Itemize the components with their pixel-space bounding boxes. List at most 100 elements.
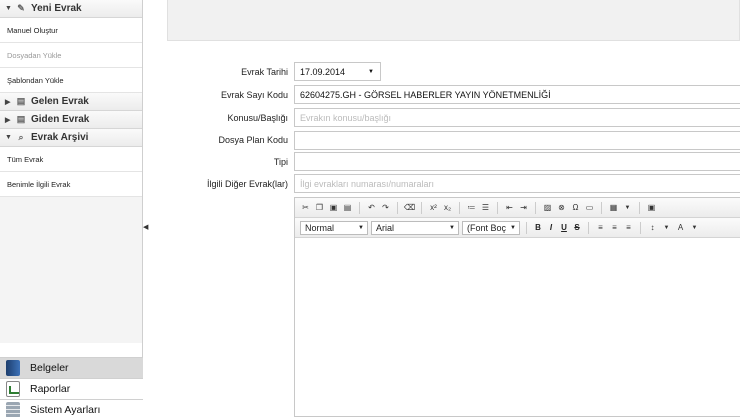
- date-select[interactable]: 17.09.2014 ▼: [294, 62, 381, 81]
- sidebar-item-upload-file[interactable]: Dosyadan Yükle: [0, 43, 142, 68]
- hr-icon[interactable]: ▭: [584, 202, 595, 213]
- subject-label: Konusu/Başlığı: [227, 113, 288, 123]
- toolbar-divider: [421, 201, 422, 214]
- outdent-icon[interactable]: ⇤: [504, 202, 515, 213]
- nav-system-settings[interactable]: Sistem Ayarları: [0, 399, 143, 417]
- chart-icon: [6, 381, 20, 397]
- underline-button[interactable]: U: [559, 223, 569, 232]
- font-value: Arial: [376, 222, 395, 233]
- toolbar-divider: [526, 221, 527, 234]
- chevron-down-icon[interactable]: ▼: [689, 222, 700, 233]
- strike-button[interactable]: S: [572, 223, 582, 232]
- plan-code-input[interactable]: [294, 131, 740, 150]
- toolbar-divider: [497, 201, 498, 214]
- align-right-icon[interactable]: ≡: [623, 222, 634, 233]
- nav-label: Belgeler: [30, 362, 69, 374]
- toolbar-divider: [459, 201, 460, 214]
- toolbar-divider: [588, 221, 589, 234]
- sidebar-item-manual-create[interactable]: Manuel Oluştur: [0, 18, 142, 43]
- font-select[interactable]: Arial ▼: [371, 220, 459, 235]
- chevron-right-icon: ▶: [5, 116, 11, 124]
- section-label: Gelen Evrak: [31, 96, 89, 107]
- chevron-down-icon: ▼: [358, 224, 364, 231]
- image-icon[interactable]: ▨: [542, 202, 553, 213]
- toolbar-divider: [397, 201, 398, 214]
- special-char-icon[interactable]: Ω: [570, 202, 581, 213]
- section-label: Evrak Arşivi: [31, 132, 89, 143]
- number-select[interactable]: 62604275.GH - GÖRSEL HABERLER YAYIN YÖNE…: [294, 85, 740, 104]
- sidebar-item-related-documents[interactable]: Benimle İlgili Evrak: [0, 172, 142, 197]
- indent-icon[interactable]: ⇥: [518, 202, 529, 213]
- section-new-document[interactable]: ▼ ✎ Yeni Evrak: [0, 0, 142, 18]
- italic-button[interactable]: I: [546, 223, 556, 232]
- nav-reports[interactable]: Raporlar: [0, 378, 143, 399]
- collapse-sidebar-icon[interactable]: ◀: [143, 223, 148, 233]
- outbox-icon: ▤: [16, 114, 26, 124]
- sidebar-item-all-documents[interactable]: Tüm Evrak: [0, 147, 142, 172]
- nav-label: Sistem Ayarları: [30, 404, 101, 416]
- superscript-icon[interactable]: x²: [428, 202, 439, 213]
- bullet-list-icon[interactable]: ☰: [480, 202, 491, 213]
- sidebar: ▼ ✎ Yeni Evrak Manuel Oluştur Dosyadan Y…: [0, 0, 143, 417]
- cut-icon[interactable]: ✂: [300, 202, 311, 213]
- number-value: 62604275.GH - GÖRSEL HABERLER YAYIN YÖNE…: [300, 89, 551, 100]
- section-label: Yeni Evrak: [31, 3, 82, 14]
- chevron-down-icon: ▼: [5, 134, 12, 141]
- toolbar-divider: [535, 201, 536, 214]
- toolbar-divider: [601, 201, 602, 214]
- section-label: Giden Evrak: [31, 114, 90, 125]
- type-label: Tipi: [273, 157, 288, 167]
- nav-documents[interactable]: Belgeler: [0, 357, 143, 378]
- search-icon: ⌕: [18, 132, 24, 142]
- chevron-right-icon: ▶: [5, 98, 11, 106]
- pencil-icon: ✎: [17, 3, 25, 13]
- source-icon[interactable]: ▣: [646, 202, 657, 213]
- paste-icon[interactable]: ▣: [328, 202, 339, 213]
- subject-input[interactable]: Evrakın konusu/başlığı: [294, 108, 740, 127]
- related-label: İlgili Diğer Evrak(lar): [206, 179, 288, 189]
- chevron-down-icon[interactable]: ▼: [661, 222, 672, 233]
- nav-label: Raporlar: [30, 383, 71, 395]
- font-size-value: (Font Boç: [467, 222, 507, 233]
- paste-text-icon[interactable]: ▤: [342, 202, 353, 213]
- remove-format-icon[interactable]: ⌫: [404, 202, 415, 213]
- toolbar-divider: [639, 201, 640, 214]
- toolbar-divider: [640, 221, 641, 234]
- table-icon[interactable]: ▦: [608, 202, 619, 213]
- plan-label: Dosya Plan Kodu: [218, 135, 288, 145]
- chevron-down-icon: ▼: [5, 5, 12, 12]
- chevron-down-icon[interactable]: ▼: [622, 202, 633, 213]
- redo-icon[interactable]: ↷: [380, 202, 391, 213]
- align-left-icon[interactable]: ≡: [595, 222, 606, 233]
- related-input[interactable]: İlgi evrakları numarası/numaraları: [294, 174, 740, 193]
- type-select[interactable]: [294, 152, 740, 171]
- server-icon: [6, 402, 20, 417]
- sidebar-item-from-template[interactable]: Şablondan Yükle: [0, 68, 142, 93]
- date-label: Evrak Tarihi: [241, 67, 288, 77]
- bottom-navigation: Belgeler Raporlar Sistem Ayarları: [0, 357, 143, 417]
- top-panel: [167, 0, 740, 41]
- section-outgoing[interactable]: ▶ ▤ Giden Evrak: [0, 111, 142, 129]
- line-height-icon[interactable]: ↕: [647, 222, 658, 233]
- editor-toolbar-2: Normal ▼ Arial ▼ (Font Boç ▼ B I U S ≡ ≡…: [295, 218, 740, 238]
- chevron-down-icon: ▼: [510, 224, 516, 231]
- subject-placeholder: Evrakın konusu/başlığı: [300, 112, 392, 123]
- bold-button[interactable]: B: [533, 223, 543, 232]
- editor-toolbar-1: ✂ ❐ ▣ ▤ ↶ ↷ ⌫ x² x₂ ≔ ☰ ⇤ ⇥ ▨ ⊗ Ω ▭ ▦ ▼ …: [295, 198, 740, 218]
- subscript-icon[interactable]: x₂: [442, 202, 453, 213]
- sidebar-empty-area: [0, 197, 142, 343]
- font-size-select[interactable]: (Font Boç ▼: [462, 220, 520, 235]
- link-icon[interactable]: ⊗: [556, 202, 567, 213]
- numbered-list-icon[interactable]: ≔: [466, 202, 477, 213]
- rich-text-editor: ✂ ❐ ▣ ▤ ↶ ↷ ⌫ x² x₂ ≔ ☰ ⇤ ⇥ ▨ ⊗ Ω ▭ ▦ ▼ …: [294, 197, 740, 417]
- format-value: Normal: [305, 222, 335, 233]
- undo-icon[interactable]: ↶: [366, 202, 377, 213]
- copy-icon[interactable]: ❐: [314, 202, 325, 213]
- related-placeholder: İlgi evrakları numarası/numaraları: [300, 178, 435, 189]
- align-center-icon[interactable]: ≡: [609, 222, 620, 233]
- format-select[interactable]: Normal ▼: [300, 220, 368, 235]
- section-incoming[interactable]: ▶ ▤ Gelen Evrak: [0, 93, 142, 111]
- section-archive[interactable]: ▼ ⌕ Evrak Arşivi: [0, 129, 142, 147]
- text-color-icon[interactable]: A: [675, 222, 686, 233]
- editor-content-area[interactable]: [295, 238, 740, 416]
